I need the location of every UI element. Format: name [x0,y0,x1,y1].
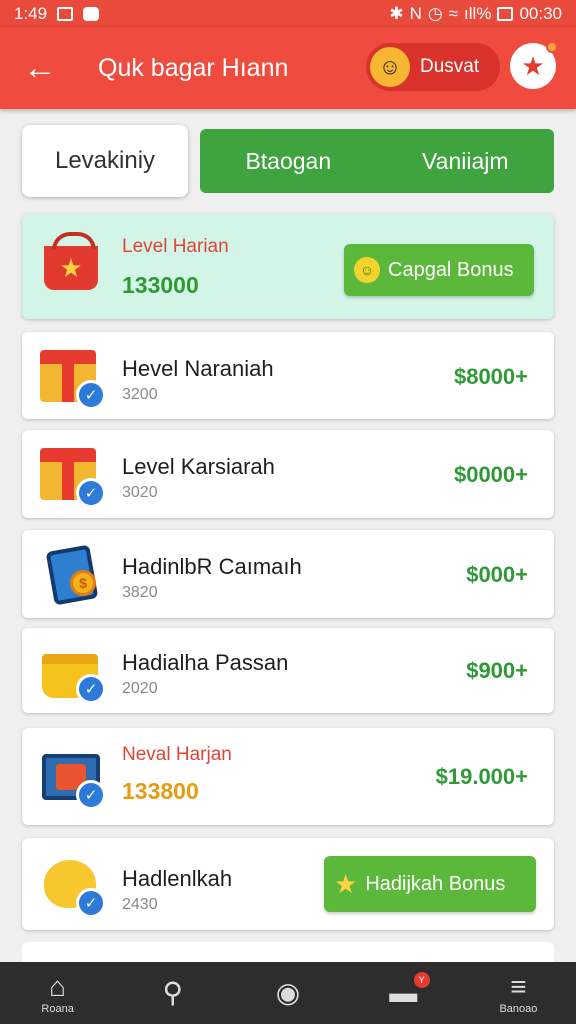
row-value: 133000 [122,272,199,298]
star-badge-icon: ★ [521,50,545,81]
basket-star-icon: ★ [40,232,102,294]
bonus-button-label: Hadijkah Bonus [365,872,506,895]
compass-icon: ◉ [275,977,301,1008]
signal-battery: ıll% [464,3,492,23]
tab-bar: Levakiniy Btaogan Vaniiajm [22,125,554,197]
nfc-icon: N [409,3,422,23]
bonus-button-label: Capgal Bonus [388,258,514,281]
notification-dot [546,41,558,53]
alarm-icon: ◷ [427,3,443,23]
list-item[interactable]: ✓ Hadialha Passan 2020 $900+ [22,628,554,713]
nav-menu[interactable]: ≡ Banoao [461,962,576,1024]
search-icon: ⚲ [162,977,184,1008]
badge-check-icon: ✓ [76,674,106,704]
badge-check-icon: ✓ [76,780,106,810]
nav-label: Banoao [499,1003,538,1015]
nav-inbox[interactable]: ▬ Y [346,962,461,1024]
claim-bonus-button[interactable]: ☺ Capgal Bonus [344,244,534,296]
back-button[interactable]: ← [10,38,70,98]
wifi-icon: ≈ [448,3,459,23]
row-sub: 2430 [122,896,158,913]
gift-icon: ✓ [40,342,106,410]
bottom-nav: ⌂ Roana ⚲ ◉ ▬ Y ≡ Banoao [0,962,576,1024]
user-pill[interactable]: ☺ Dusvat [366,43,500,91]
avatar: ☺ [370,47,410,87]
arrow-left-icon: ← [23,48,57,87]
claim-bonus-button[interactable]: ★ Hadijkah Bonus [324,856,536,912]
row-sub: 3200 [122,386,158,403]
nav-badge: Y [413,972,430,988]
list-item[interactable]: ✓ Level Karsiarah 3020 $0000+ [22,430,554,518]
list-item[interactable]: $ HadinlbR Caımaıh 3820 $000+ [22,530,554,618]
row-amount: $0000+ [453,462,528,487]
row-sub: 3020 [122,484,158,501]
image-notification-icon [57,6,74,21]
row-title: Hevel Naraniah [122,356,274,381]
list-item[interactable]: ✓ Neval Harjan 133800 $19.000+ [22,728,554,825]
status-bar: 1:49 ✱ N ◷ ≈ ıll% 00:30 [0,0,576,27]
list-item[interactable]: ✓ Hevel Naraniah 3200 $8000+ [22,332,554,419]
list-item[interactable]: ★ Level Harian 133000 ☺ Capgal Bonus [22,214,554,319]
row-value: 133800 [122,778,199,804]
card-icon: ✓ [40,742,106,810]
row-sub: 3820 [122,584,158,601]
tab-levakiniy[interactable]: Levakiniy [22,125,188,197]
row-amount: $900+ [466,658,528,683]
row-title: Level Harian [122,236,229,257]
row-amount: $000+ [466,562,528,587]
badge-check-icon: ✓ [76,478,106,508]
cat-icon: ✓ [40,850,106,918]
row-title: Hadlenlkah [122,866,233,891]
page-title: Quk bagar Hıann [98,53,289,82]
bluetooth-icon: ✱ [389,3,404,23]
row-title: Level Karsiarah [122,454,275,479]
nav-home[interactable]: ⌂ Roana [0,962,115,1024]
user-name: Dusvat [420,56,480,77]
inbox-icon: ▬ [389,977,418,1008]
nav-label: Roana [41,1003,74,1015]
battery-icon [497,6,514,21]
status-clock: 00:30 [519,3,562,23]
tab-btaogan[interactable]: Btaogan [245,148,331,175]
row-amount: $19.000+ [435,764,528,789]
badge-check-icon: ✓ [76,888,106,918]
list-item[interactable]: ✓ Hadlenlkah 2430 ★ Hadijkah Bonus [22,838,554,930]
coin-tablet-icon: $ [40,540,102,606]
star-icon: ★ [334,868,358,899]
pot-icon: ✓ [40,636,106,704]
gift-icon: ✓ [40,440,106,508]
tab-vaniiajm[interactable]: Vaniiajm [422,148,509,175]
row-amount: $8000+ [453,364,528,389]
app-bar: ← Quk bagar Hıann ☺ Dusvat ★ [0,27,576,109]
achievement-button[interactable]: ★ [510,41,558,89]
tab-group-active: Btaogan Vaniiajm [200,129,554,193]
menu-icon: ≡ [510,971,527,1002]
home-icon: ⌂ [49,971,67,1002]
app-notification-icon [83,6,100,21]
status-time: 1:49 [14,3,48,23]
row-title: Neval Harjan [122,744,232,765]
nav-compass[interactable]: ◉ [230,962,345,1024]
row-sub: 2020 [122,680,158,697]
row-title: Hadialha Passan [122,650,289,675]
nav-search[interactable]: ⚲ [115,962,230,1024]
smiley-coin-icon: ☺ [354,257,380,283]
badge-check-icon: ✓ [76,380,106,410]
row-title: HadinlbR Caımaıh [122,554,302,579]
